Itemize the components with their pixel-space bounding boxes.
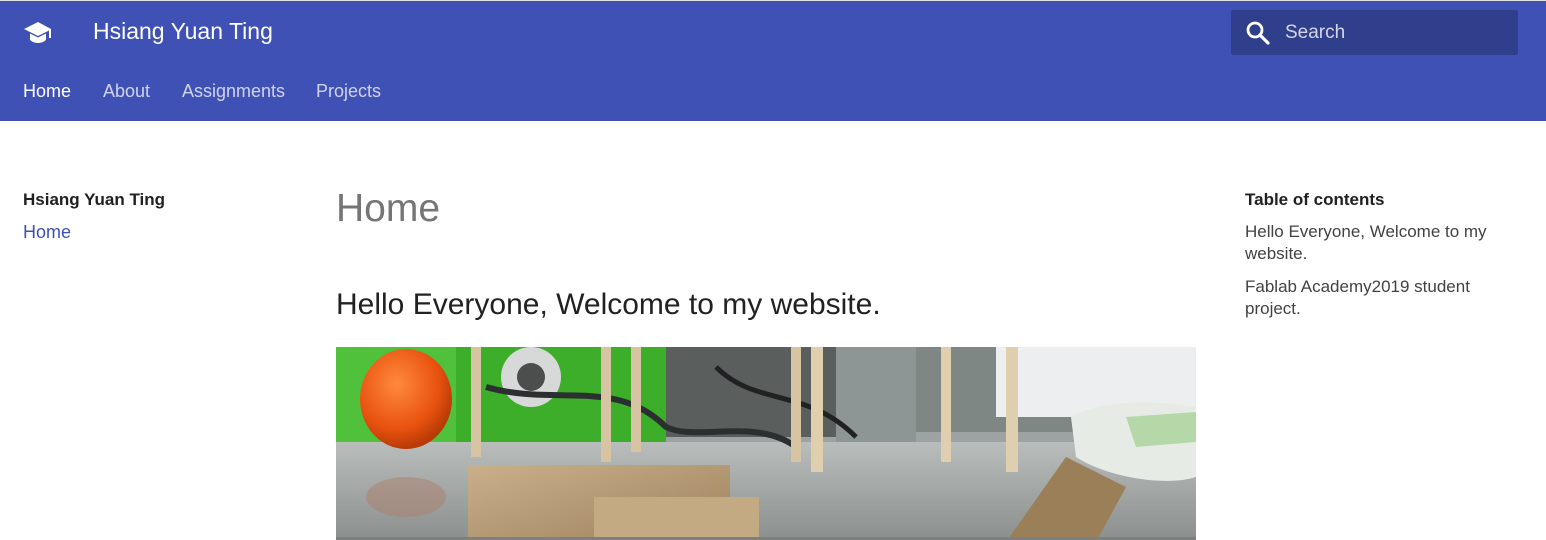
- toc-title: Table of contents: [1245, 190, 1385, 209]
- project-photo: [336, 347, 1196, 540]
- site-header: Hsiang Yuan Ting Home About Assignments …: [0, 1, 1546, 121]
- search-icon[interactable]: [1245, 20, 1271, 46]
- toc-item-fablab[interactable]: Fablab Academy2019 student project.: [1245, 276, 1525, 320]
- page-title: Home: [336, 187, 441, 230]
- search-box[interactable]: [1231, 10, 1518, 55]
- graduation-cap-icon[interactable]: [22, 16, 54, 48]
- main-content: Home Hello Everyone, Welcome to my websi…: [336, 187, 1196, 540]
- tab-assignments[interactable]: Assignments: [182, 79, 285, 103]
- tab-projects[interactable]: Projects: [316, 79, 381, 103]
- section-heading: Hello Everyone, Welcome to my website.: [336, 288, 881, 321]
- site-title[interactable]: Hsiang Yuan Ting: [93, 17, 273, 45]
- tab-about[interactable]: About: [103, 79, 150, 103]
- sidebar-item-home[interactable]: Home: [23, 221, 263, 243]
- tab-home[interactable]: Home: [23, 79, 71, 103]
- toc-item-welcome[interactable]: Hello Everyone, Welcome to my website.: [1245, 221, 1525, 265]
- sidebar-title[interactable]: Hsiang Yuan Ting: [23, 189, 263, 211]
- primary-sidebar: Hsiang Yuan Ting Home: [23, 189, 263, 243]
- table-of-contents: Table of contents Hello Everyone, Welcom…: [1245, 189, 1525, 320]
- search-input[interactable]: [1285, 10, 1510, 55]
